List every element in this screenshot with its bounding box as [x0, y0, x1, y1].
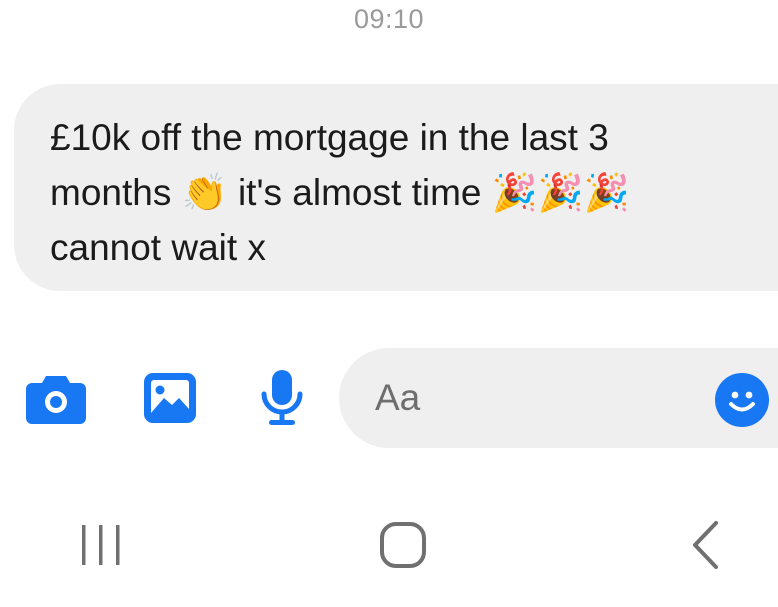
home-button[interactable]: [363, 505, 443, 585]
image-icon: [144, 373, 196, 423]
home-icon: [380, 522, 426, 568]
system-navigation-bar: [0, 505, 778, 585]
message-text: £10k off the mortgage in the last 3 mont…: [50, 117, 630, 268]
recent-apps-button[interactable]: [61, 505, 141, 585]
microphone-icon: [261, 370, 303, 425]
recent-apps-icon: [82, 525, 120, 565]
camera-icon: [26, 376, 86, 424]
chat-screen: 09:10 £10k off the mortgage in the last …: [0, 0, 778, 607]
camera-button[interactable]: [26, 345, 86, 451]
gallery-button[interactable]: [140, 345, 200, 451]
message-input[interactable]: Aa: [339, 348, 778, 448]
back-icon: [693, 521, 718, 569]
message-timestamp: 09:10: [353, 4, 425, 34]
smiley-icon: [729, 391, 755, 412]
message-composer: Aa: [0, 345, 778, 451]
message-bubble[interactable]: £10k off the mortgage in the last 3 mont…: [14, 84, 778, 291]
emoji-button[interactable]: [715, 373, 769, 427]
microphone-button[interactable]: [252, 345, 312, 451]
back-button[interactable]: [666, 505, 746, 585]
message-input-placeholder: Aa: [375, 377, 421, 418]
